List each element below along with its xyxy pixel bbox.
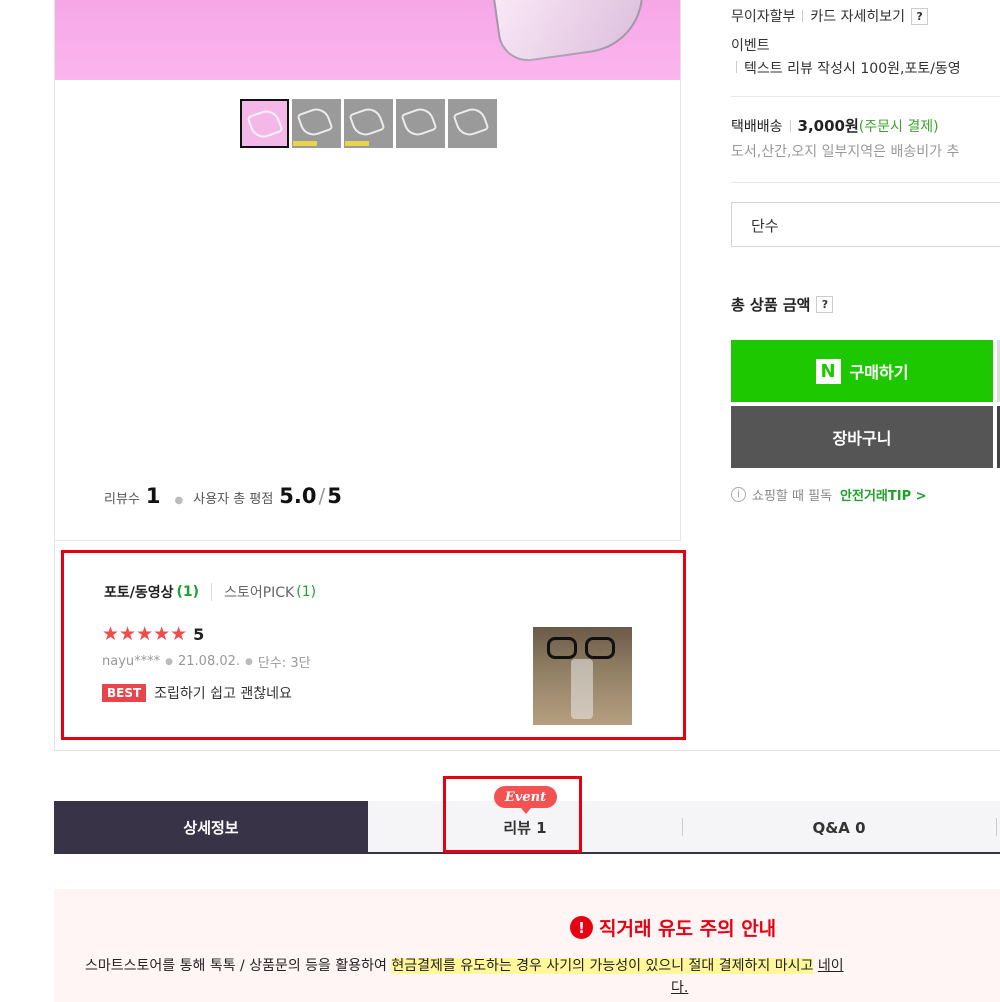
tab-detail-info[interactable]: 상세정보	[54, 801, 368, 854]
divider	[789, 119, 791, 132]
divider	[736, 61, 737, 73]
cart-button[interactable]: 장바구니	[731, 406, 993, 468]
average-max: 5	[327, 484, 342, 508]
separator-dot: ●	[165, 656, 173, 667]
notice-body-text: 스마트스토어를 통해 톡톡 / 상품문의 등을 활용하여	[85, 958, 392, 974]
review-filter-tabs: 포토/동영상 (1) 스토어PICK (1)	[104, 582, 316, 602]
event-description: 텍스트 리뷰 작성시 100원,포토/동영	[744, 61, 961, 77]
tip-text: 쇼핑할 때 필독	[752, 489, 833, 504]
shipping-payment: (주문시 결제)	[858, 118, 939, 135]
review-body[interactable]: BEST 조립하기 쉽고 괜찮네요	[102, 683, 292, 703]
buy-button[interactable]: N 구매하기	[731, 340, 993, 402]
installment-row: 무이자할부 카드 자세히보기 ?	[731, 6, 929, 26]
rating-summary: 리뷰수 1 ● 사용자 총 평점 5.0 / 5	[104, 484, 342, 508]
notice-link[interactable]: 네이	[818, 958, 844, 974]
review-count: 1	[145, 484, 161, 508]
product-acrylic-stand-image	[489, 0, 651, 65]
safety-tip-link[interactable]: 안전거래TIP >	[840, 485, 927, 504]
alert-icon: !	[570, 916, 593, 939]
score-slash: /	[318, 484, 326, 508]
event-label: 이벤트	[731, 38, 770, 54]
review-rating: ★★★★★ 5	[102, 623, 205, 645]
help-icon[interactable]: ?	[816, 296, 834, 313]
divider	[211, 583, 213, 601]
thumbnail-1[interactable]	[240, 99, 289, 148]
product-main-image[interactable]	[55, 0, 680, 80]
shipping-price: 3,000원	[797, 117, 859, 135]
event-badge: Event	[494, 786, 557, 814]
notice-highlight-text: 현금결제를 유도하는 경우 사기의 가능성이 있으니 절대 결제하지 마시고	[391, 958, 814, 974]
thumbnail-3[interactable]	[344, 99, 393, 148]
review-user: nayu****	[102, 654, 161, 669]
notice-body: 스마트스토어를 통해 톡톡 / 상품문의 등을 활용하여 현금결제를 유도하는 …	[85, 955, 844, 975]
shipping-note: 도서,산간,오지 일부지역은 배송비가 추	[731, 144, 960, 160]
card-detail-link[interactable]: 카드 자세히보기	[810, 6, 905, 26]
divider	[802, 10, 804, 22]
divider	[731, 182, 1000, 183]
star-icons: ★★★★★	[102, 623, 188, 645]
direct-trade-warning-notice	[54, 889, 1000, 1002]
store-pick-count: (1)	[296, 584, 317, 600]
separator-dot: ●	[245, 656, 253, 667]
tab-photo-video[interactable]: 포토/동영상	[104, 582, 174, 602]
product-image-panel	[54, 0, 681, 541]
notice-title: ! 직거래 유도 주의 안내	[570, 914, 776, 941]
safety-tip-row: i 쇼핑할 때 필독 안전거래TIP >	[731, 485, 927, 504]
shipping-row: 택배배송 3,000원 (주문시 결제)	[731, 115, 939, 136]
photo-video-count: (1)	[176, 584, 200, 600]
info-icon: i	[731, 487, 746, 502]
divider	[996, 818, 997, 836]
installment-label: 무이자할부	[731, 9, 796, 25]
total-price-label: 총 상품 금액	[731, 296, 811, 314]
stand-image	[571, 659, 593, 719]
option-select[interactable]: 단수	[731, 202, 1000, 247]
best-badge: BEST	[102, 684, 147, 702]
thumbnail-2[interactable]	[292, 99, 341, 148]
average-score: 5.0	[279, 484, 317, 508]
notice-title-text: 직거래 유도 주의 안내	[599, 918, 777, 940]
review-text: 조립하기 쉽고 괜찮네요	[154, 686, 292, 702]
buy-button-label: 구매하기	[849, 363, 909, 382]
tab-store-pick[interactable]: 스토어PICK	[224, 582, 294, 602]
review-date: 21.08.02.	[178, 654, 241, 669]
cart-button-label: 장바구니	[832, 429, 892, 448]
thumbnail-4[interactable]	[396, 99, 445, 148]
glasses-image	[547, 637, 619, 659]
tab-qna[interactable]: Q&A 0	[682, 801, 996, 854]
thumbnail-strip	[240, 99, 497, 148]
average-label: 사용자 총 평점	[193, 492, 274, 507]
help-icon[interactable]: ?	[911, 7, 929, 25]
event-text: 텍스트 리뷰 작성시 100원,포토/동영	[736, 58, 961, 78]
review-meta: nayu**** ● 21.08.02. ● 단수: 3단	[102, 652, 311, 671]
divider	[731, 96, 1000, 97]
naver-pay-icon: N	[815, 358, 841, 384]
notice-body-end: 다.	[671, 980, 689, 996]
review-count-label: 리뷰수	[104, 492, 140, 507]
total-price-row: 총 상품 금액 ?	[731, 294, 834, 315]
shipping-label: 택배배송	[731, 118, 783, 135]
review-photo[interactable]	[533, 627, 632, 725]
review-option: 단수: 3단	[257, 656, 311, 671]
thumbnail-5[interactable]	[448, 99, 497, 148]
separator-dot: ●	[174, 495, 184, 506]
review-score: 5	[193, 625, 205, 644]
